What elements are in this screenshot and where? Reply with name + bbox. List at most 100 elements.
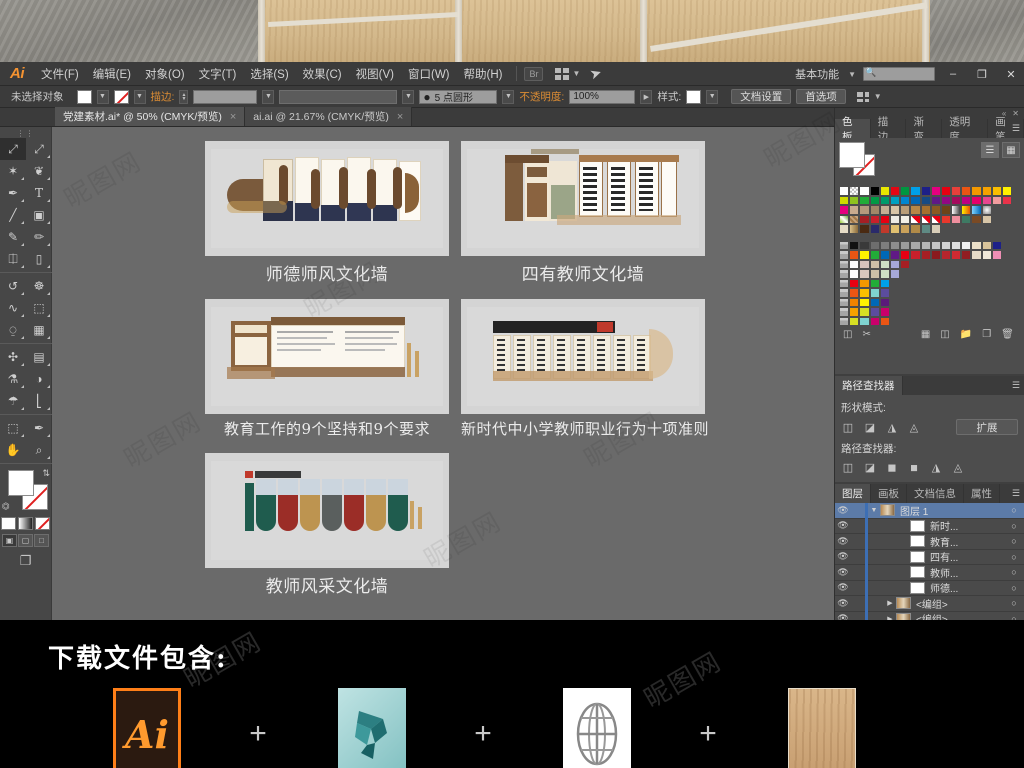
document-setup-button[interactable]: 文档设置 xyxy=(731,89,792,104)
swatch-color[interactable] xyxy=(839,224,850,234)
swatch-color[interactable] xyxy=(849,269,860,279)
swatch-color[interactable] xyxy=(869,195,880,205)
pen-tool[interactable]: ✒ xyxy=(0,182,26,204)
swatch-none[interactable] xyxy=(839,186,850,196)
tab-layers[interactable]: 图层 xyxy=(835,484,871,503)
swatch-color[interactable] xyxy=(920,186,931,196)
swatch-color[interactable] xyxy=(930,186,941,196)
swatch-color[interactable] xyxy=(981,214,992,224)
lasso-tool[interactable]: ❦ xyxy=(26,160,52,182)
gradient-tool[interactable]: ▤ xyxy=(26,346,52,368)
workspace-switcher[interactable]: 基本功能 xyxy=(795,66,839,82)
arrange-documents-button[interactable]: ▼ xyxy=(555,67,580,80)
swatch-pattern[interactable] xyxy=(849,214,860,224)
eye-icon[interactable]: 👁 xyxy=(835,520,851,531)
outline-button[interactable]: ◮ xyxy=(929,460,943,474)
list-view-button[interactable]: ☰ xyxy=(981,142,999,158)
rectangle-tool[interactable]: ▣ xyxy=(26,204,52,226)
target-icon[interactable]: ○ xyxy=(1004,536,1024,546)
swatch-color[interactable] xyxy=(991,250,1002,260)
swatch-color[interactable] xyxy=(900,205,911,215)
swatch-color[interactable] xyxy=(879,269,890,279)
swatch-color[interactable] xyxy=(981,240,992,250)
menu-type[interactable]: 文字(T) xyxy=(192,63,244,85)
swatch-color[interactable] xyxy=(900,250,911,260)
swatch-color[interactable] xyxy=(849,195,860,205)
swatch-color[interactable] xyxy=(869,259,880,269)
swatch-color[interactable] xyxy=(991,240,1002,250)
swatch-gradient[interactable] xyxy=(971,205,982,215)
free-transform-tool[interactable]: ⬚ xyxy=(26,297,52,319)
grid-view-button[interactable]: ▦ xyxy=(1002,142,1020,158)
type-tool[interactable]: T xyxy=(26,182,52,204)
scale-tool[interactable]: ☸ xyxy=(26,275,52,297)
swatch-color[interactable] xyxy=(879,297,890,307)
target-icon[interactable]: ○ xyxy=(1004,552,1024,562)
unite-button[interactable]: ◫ xyxy=(841,420,855,434)
swatch-group-folder[interactable] xyxy=(839,316,850,326)
swatch-color[interactable] xyxy=(900,224,911,234)
swatch-color[interactable] xyxy=(859,250,870,260)
swatch-group-folder[interactable] xyxy=(839,250,850,260)
artwork-thumbnail-shide[interactable] xyxy=(205,141,449,256)
swatch-grid[interactable] xyxy=(839,186,1020,326)
target-icon[interactable]: ○ xyxy=(1004,583,1024,593)
menu-help[interactable]: 帮助(H) xyxy=(457,63,510,85)
zoom-tool[interactable]: ⌕ xyxy=(26,439,52,461)
swatch-color[interactable] xyxy=(849,297,860,307)
stroke-swatch[interactable] xyxy=(113,89,129,104)
default-fill-stroke-icon[interactable]: ⏣ xyxy=(2,501,10,512)
swatch-color[interactable] xyxy=(859,214,870,224)
swatch-color[interactable] xyxy=(900,186,911,196)
artwork-item[interactable]: 四有教师文化墙 xyxy=(461,141,705,294)
swatch-color[interactable] xyxy=(869,278,880,288)
layers-list[interactable]: 👁 ▼ 图层 1 ○ 👁 新时... ○ 👁 教育... ○ 👁 四有... ○… xyxy=(835,502,1024,620)
blend-tool[interactable]: ◑ xyxy=(26,368,52,390)
intersect-button[interactable]: ◮ xyxy=(885,420,899,434)
swatch-color[interactable] xyxy=(849,259,860,269)
swatch-color[interactable] xyxy=(869,250,880,260)
swatch-color[interactable] xyxy=(971,250,982,260)
eraser-tool[interactable]: ▯ xyxy=(26,248,52,270)
layer-row[interactable]: 👁 四有... ○ xyxy=(835,549,1024,565)
swatch-color[interactable] xyxy=(859,224,870,234)
swatch-color[interactable] xyxy=(930,205,941,215)
swatch-color[interactable] xyxy=(879,240,890,250)
rotate-tool[interactable]: ↺ xyxy=(0,275,26,297)
swatch-pattern[interactable] xyxy=(930,214,941,224)
blob-brush-tool[interactable]: ⎅ xyxy=(0,248,26,270)
artwork-thumbnail-xinshidai[interactable] xyxy=(461,299,705,414)
swatch-color[interactable] xyxy=(879,288,890,298)
swatch-color[interactable] xyxy=(971,214,982,224)
stroke-profile-dropdown-icon[interactable]: ▼ xyxy=(402,89,415,104)
swatch-color[interactable] xyxy=(859,297,870,307)
tab-pathfinder[interactable]: 路径查找器 xyxy=(835,376,903,395)
search-input[interactable] xyxy=(863,67,935,81)
chevron-right-icon[interactable]: ▶ xyxy=(884,599,896,607)
swatch-color[interactable] xyxy=(930,250,941,260)
artwork-item[interactable]: 新时代中小学教师职业行为十项准则 xyxy=(461,299,709,448)
swatch-group-folder[interactable] xyxy=(839,278,850,288)
swatch-color[interactable] xyxy=(849,288,860,298)
minus-back-button[interactable]: ◬ xyxy=(951,460,965,474)
swatch-gradient[interactable] xyxy=(961,205,972,215)
swatch-color[interactable] xyxy=(879,316,890,326)
swatch-color[interactable] xyxy=(981,195,992,205)
swatch-color[interactable] xyxy=(920,250,931,260)
swatch-color[interactable] xyxy=(859,205,870,215)
menu-object[interactable]: 对象(O) xyxy=(138,63,192,85)
document-tab-dangjian[interactable]: 党建素材.ai* @ 50% (CMYK/预览) × xyxy=(55,107,246,126)
minus-front-button[interactable]: ◪ xyxy=(863,420,877,434)
swatch-color[interactable] xyxy=(900,214,911,224)
target-icon[interactable]: ○ xyxy=(1004,567,1024,577)
panel-menu-icon[interactable]: ☰ xyxy=(1012,380,1020,391)
tab-gradient[interactable]: 渐变 xyxy=(906,116,943,143)
artwork-item[interactable]: 教育工作的9个坚持和9个要求 xyxy=(205,299,449,448)
swatch-color[interactable] xyxy=(910,250,921,260)
swatch-color[interactable] xyxy=(879,205,890,215)
draw-inside-button[interactable]: □ xyxy=(34,534,49,547)
swatch-color[interactable] xyxy=(1002,195,1013,205)
swatch-color[interactable] xyxy=(879,259,890,269)
swatch-libraries-icon[interactable]: ◫ xyxy=(843,329,852,340)
close-button[interactable]: ✕ xyxy=(1000,68,1022,81)
